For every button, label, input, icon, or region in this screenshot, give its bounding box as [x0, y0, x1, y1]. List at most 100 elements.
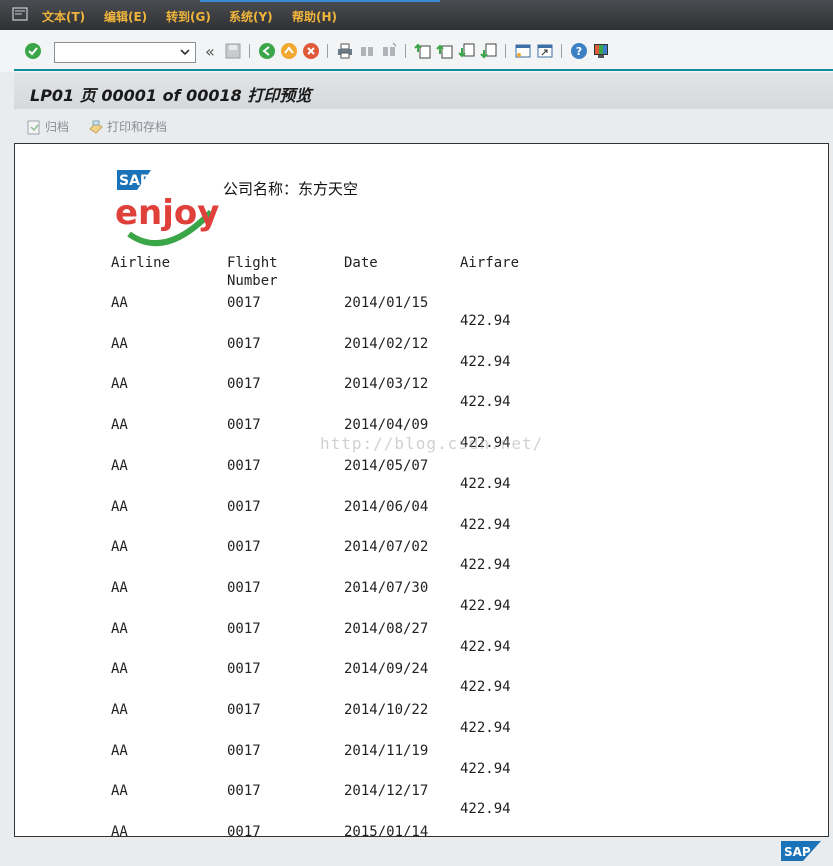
company-name: 公司名称：东方天空: [223, 180, 359, 198]
row-airfare: 422.94: [460, 517, 511, 533]
window-accent-line: [200, 0, 440, 2]
row-airfare: 422.94: [460, 598, 511, 614]
row-flight: 0017: [227, 458, 261, 474]
row-flight: 0017: [227, 580, 261, 596]
collapse-command-icon[interactable]: «: [205, 42, 215, 61]
enter-icon[interactable]: [24, 42, 42, 60]
menu-edit[interactable]: 编辑(E): [104, 8, 147, 25]
row-airfare: 422.94: [460, 557, 511, 573]
previous-page-icon[interactable]: [436, 42, 454, 60]
find-icon[interactable]: [358, 42, 376, 60]
row-airfare: 422.94: [460, 354, 511, 370]
archive-icon: [27, 120, 40, 134]
row-date: 2014/09/24: [344, 661, 429, 677]
row-airline: AA: [111, 417, 128, 433]
row-airline: AA: [111, 458, 128, 474]
row-date: 2014/05/07: [344, 458, 429, 474]
archive-button[interactable]: 归档: [26, 118, 69, 135]
toolbar-divider: [14, 69, 833, 71]
row-airfare: 422.94: [460, 476, 511, 492]
row-airline: AA: [111, 621, 128, 637]
header-airline: Airline: [111, 255, 171, 271]
row-flight: 0017: [227, 783, 261, 799]
shortcut-icon[interactable]: [536, 42, 554, 60]
row-airline: AA: [111, 295, 128, 311]
chevron-down-icon[interactable]: [179, 46, 191, 58]
row-flight: 0017: [227, 499, 261, 515]
row-flight: 0017: [227, 539, 261, 555]
system-menu-icon[interactable]: [12, 7, 28, 21]
row-date: 2014/06/04: [344, 499, 429, 515]
last-page-icon[interactable]: [480, 42, 498, 60]
row-date: 2014/07/02: [344, 539, 429, 555]
row-airline: AA: [111, 499, 128, 515]
row-airfare: 422.94: [460, 394, 511, 410]
menu-help[interactable]: 帮助(H): [292, 8, 337, 25]
row-airfare: 422.94: [460, 801, 511, 817]
row-flight: 0017: [227, 336, 261, 352]
print-archive-icon: [89, 120, 103, 134]
row-airline: AA: [111, 376, 128, 392]
cancel-icon[interactable]: [302, 42, 320, 60]
save-icon[interactable]: [224, 42, 242, 60]
row-airfare: 422.94: [460, 313, 511, 329]
row-flight: 0017: [227, 824, 261, 837]
row-flight: 0017: [227, 376, 261, 392]
title-bar: LP01 页 00001 of 00018 打印预览: [14, 73, 833, 109]
row-flight: 0017: [227, 702, 261, 718]
toolbar-separator: [327, 44, 328, 58]
menu-text[interactable]: 文本(T): [42, 8, 85, 25]
watermark: http://blog.csdn.net/: [320, 434, 544, 453]
menu-goto[interactable]: 转到(G): [166, 8, 211, 25]
row-flight: 0017: [227, 621, 261, 637]
toolbar-separator: [505, 44, 506, 58]
row-flight: 0017: [227, 417, 261, 433]
row-date: 2014/03/12: [344, 376, 429, 392]
row-date: 2014/01/15: [344, 295, 429, 311]
sap-enjoy-logo: SAP enjoy: [115, 170, 219, 247]
row-airfare: 422.94: [460, 761, 511, 777]
new-session-icon[interactable]: [514, 42, 532, 60]
row-date: 2014/12/17: [344, 783, 429, 799]
row-date: 2014/02/12: [344, 336, 429, 352]
application-toolbar: 归档 打印和存档: [14, 110, 833, 142]
logo-brand-text: SAP: [119, 173, 150, 189]
row-flight: 0017: [227, 295, 261, 311]
row-date: 2014/10/22: [344, 702, 429, 718]
row-airline: AA: [111, 580, 128, 596]
svg-text:?: ?: [576, 45, 582, 58]
row-date: 2014/07/30: [344, 580, 429, 596]
command-field[interactable]: [54, 42, 196, 63]
row-airline: AA: [111, 743, 128, 759]
next-page-icon[interactable]: [458, 42, 476, 60]
print-archive-label: 打印和存档: [107, 120, 168, 134]
menu-bar: 文本(T) 编辑(E) 转到(G) 系统(Y) 帮助(H): [0, 0, 833, 30]
menu-system[interactable]: 系统(Y): [229, 8, 273, 25]
back-icon[interactable]: [258, 42, 276, 60]
help-icon[interactable]: ?: [570, 42, 588, 60]
status-bar: SAP: [0, 837, 833, 866]
find-next-icon[interactable]: [380, 42, 398, 60]
toolbar-separator: [405, 44, 406, 58]
row-date: 2014/04/09: [344, 417, 429, 433]
row-date: 2014/08/27: [344, 621, 429, 637]
print-archive-button[interactable]: 打印和存档: [88, 118, 167, 135]
customize-layout-icon[interactable]: [592, 42, 610, 60]
print-icon[interactable]: [336, 42, 354, 60]
row-airfare: 422.94: [460, 679, 511, 695]
print-preview-area[interactable]: SAP enjoy 公司名称：东方天空 Airline Flight Numbe…: [14, 143, 829, 837]
first-page-icon[interactable]: [414, 42, 432, 60]
row-date: 2015/01/14: [344, 824, 429, 837]
archive-label: 归档: [45, 120, 70, 134]
row-airline: AA: [111, 702, 128, 718]
sap-logo-text: SAP: [784, 845, 811, 859]
logo-word-text: enjoy: [115, 193, 219, 233]
exit-icon[interactable]: [280, 42, 298, 60]
header-date: Date: [344, 255, 378, 271]
toolbar-separator: [561, 44, 562, 58]
toolbar-separator: [249, 44, 250, 58]
header-flight-line2: Number: [227, 273, 278, 289]
row-airline: AA: [111, 824, 128, 837]
row-airline: AA: [111, 783, 128, 799]
row-airline: AA: [111, 336, 128, 352]
